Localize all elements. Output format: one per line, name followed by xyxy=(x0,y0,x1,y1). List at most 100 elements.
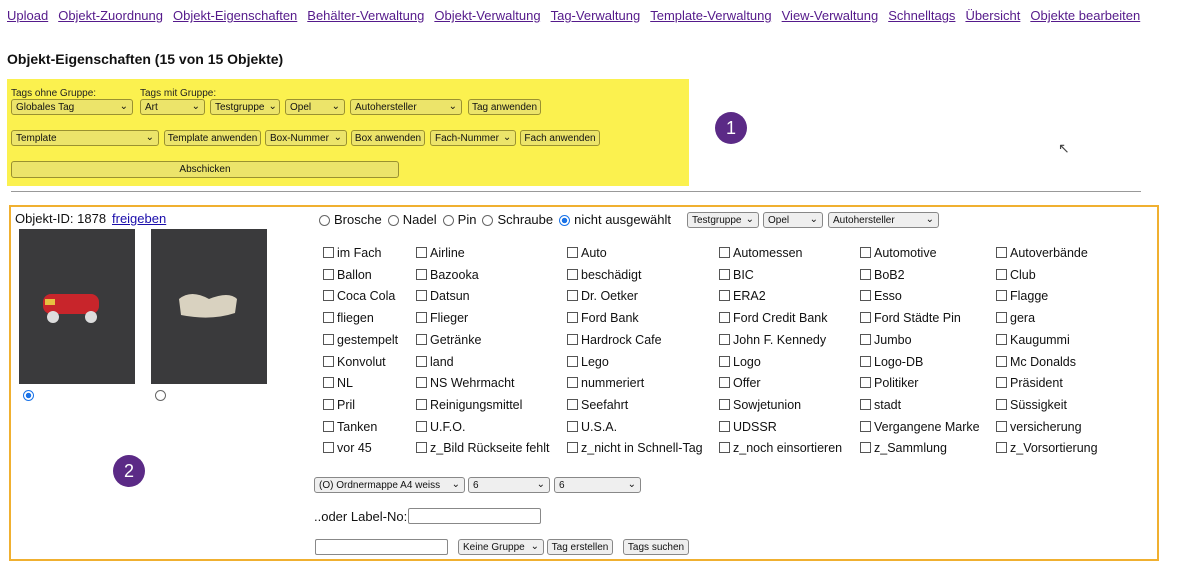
type-radio[interactable]: Schraube xyxy=(482,212,553,227)
checkbox-icon[interactable] xyxy=(323,268,334,280)
nav-link[interactable]: Übersicht xyxy=(965,8,1020,23)
checkbox-icon[interactable] xyxy=(719,377,730,389)
checkbox-icon[interactable] xyxy=(996,333,1007,345)
checkbox-icon[interactable] xyxy=(996,268,1007,280)
tag-checkbox[interactable]: Dr. Oetker xyxy=(567,289,638,303)
box-number-select[interactable]: 6 xyxy=(468,477,550,493)
tag-checkbox[interactable]: Flieger xyxy=(416,311,468,325)
tag-apply-button[interactable]: Tag anwenden xyxy=(468,99,541,115)
template-select[interactable]: Template xyxy=(11,130,159,146)
tag-checkbox[interactable]: fliegen xyxy=(323,311,374,325)
checkbox-icon[interactable] xyxy=(567,377,578,389)
nav-link[interactable]: View-Verwaltung xyxy=(782,8,879,23)
checkbox-icon[interactable] xyxy=(996,312,1007,324)
checkbox-icon[interactable] xyxy=(567,442,578,454)
checkbox-icon[interactable] xyxy=(719,247,730,258)
nav-link[interactable]: Objekt-Zuordnung xyxy=(58,8,163,23)
create-tag-button[interactable]: Tag erstellen xyxy=(547,539,613,555)
checkbox-icon[interactable] xyxy=(719,398,730,410)
tag-checkbox[interactable]: Datsun xyxy=(416,289,470,303)
checkbox-icon[interactable] xyxy=(860,290,871,302)
tag-select[interactable]: Opel xyxy=(285,99,345,115)
tag-checkbox[interactable]: John F. Kennedy xyxy=(719,333,826,347)
checkbox-icon[interactable] xyxy=(860,312,871,324)
checkbox-icon[interactable] xyxy=(323,420,334,432)
checkbox-icon[interactable] xyxy=(323,442,334,454)
container-select[interactable]: (O) Ordnermappe A4 weiss xyxy=(314,477,465,493)
tag-checkbox[interactable]: NL xyxy=(323,376,353,390)
checkbox-icon[interactable] xyxy=(860,247,871,258)
tag-checkbox[interactable]: Hardrock Cafe xyxy=(567,333,662,347)
tag-checkbox[interactable]: z_nicht in Schnell-Tag xyxy=(567,441,703,455)
tag-checkbox[interactable]: Sowjetunion xyxy=(719,398,801,412)
tag-checkbox[interactable]: Mc Donalds xyxy=(996,355,1076,369)
checkbox-icon[interactable] xyxy=(860,420,871,432)
tag-checkbox[interactable]: Jumbo xyxy=(860,333,912,347)
tag-checkbox[interactable]: Offer xyxy=(719,376,761,390)
tag-checkbox[interactable]: gera xyxy=(996,311,1035,325)
tag-checkbox[interactable]: Ford Städte Pin xyxy=(860,311,961,325)
tag-checkbox[interactable]: Lego xyxy=(567,355,609,369)
checkbox-icon[interactable] xyxy=(416,247,427,258)
type-radio[interactable]: Nadel xyxy=(387,212,437,227)
checkbox-icon[interactable] xyxy=(416,333,427,345)
checkbox-icon[interactable] xyxy=(860,377,871,389)
object-image-back[interactable] xyxy=(151,229,267,384)
tag-checkbox[interactable]: Automotive xyxy=(860,246,937,260)
tag-checkbox[interactable]: z_Sammlung xyxy=(860,441,947,455)
card-tag-select[interactable]: Opel xyxy=(763,212,823,228)
tag-checkbox[interactable]: Getränke xyxy=(416,333,481,347)
checkbox-icon[interactable] xyxy=(416,268,427,280)
radio-icon[interactable] xyxy=(387,215,399,227)
nav-link[interactable]: Schnelltags xyxy=(888,8,955,23)
tag-checkbox[interactable]: versicherung xyxy=(996,420,1082,434)
card-group-select[interactable]: Testgruppe xyxy=(687,212,759,228)
checkbox-icon[interactable] xyxy=(860,333,871,345)
checkbox-icon[interactable] xyxy=(860,355,871,367)
tag-checkbox[interactable]: Bazooka xyxy=(416,268,479,282)
tag-checkbox[interactable]: BoB2 xyxy=(860,268,905,282)
submit-button[interactable]: Abschicken xyxy=(11,161,399,178)
type-radio[interactable]: nicht ausgewählt xyxy=(559,212,671,227)
global-tag-select[interactable]: Globales Tag xyxy=(11,99,133,115)
tag-checkbox[interactable]: Logo-DB xyxy=(860,355,923,369)
card-tag2-select[interactable]: Autohersteller xyxy=(828,212,939,228)
tag-checkbox[interactable]: Süssigkeit xyxy=(996,398,1067,412)
checkbox-icon[interactable] xyxy=(719,442,730,454)
tag-checkbox[interactable]: Flagge xyxy=(996,289,1048,303)
search-tags-button[interactable]: Tags suchen xyxy=(623,539,689,555)
tag-checkbox[interactable]: Logo xyxy=(719,355,761,369)
tag-checkbox[interactable]: UDSSR xyxy=(719,420,777,434)
checkbox-icon[interactable] xyxy=(719,333,730,345)
box-select[interactable]: Box-Nummer xyxy=(265,130,347,146)
tag-checkbox[interactable]: Konvolut xyxy=(323,355,386,369)
checkbox-icon[interactable] xyxy=(719,355,730,367)
checkbox-icon[interactable] xyxy=(416,398,427,410)
nav-link[interactable]: Objekt-Verwaltung xyxy=(434,8,540,23)
checkbox-icon[interactable] xyxy=(719,312,730,324)
checkbox-icon[interactable] xyxy=(860,398,871,410)
nav-link[interactable]: Tag-Verwaltung xyxy=(551,8,641,23)
tag2-select[interactable]: Autohersteller xyxy=(350,99,462,115)
tag-checkbox[interactable]: Esso xyxy=(860,289,902,303)
checkbox-icon[interactable] xyxy=(416,290,427,302)
nav-link[interactable]: Objekte bearbeiten xyxy=(1030,8,1140,23)
checkbox-icon[interactable] xyxy=(567,312,578,324)
tag-checkbox[interactable]: z_Bild Rückseite fehlt xyxy=(416,441,550,455)
tag-checkbox[interactable]: U.S.A. xyxy=(567,420,617,434)
checkbox-icon[interactable] xyxy=(996,377,1007,389)
tag-checkbox[interactable]: Seefahrt xyxy=(567,398,628,412)
tag-checkbox[interactable]: Politiker xyxy=(860,376,918,390)
tag-checkbox[interactable]: gestempelt xyxy=(323,333,398,347)
tag-checkbox[interactable]: Club xyxy=(996,268,1036,282)
tag-checkbox[interactable]: Ballon xyxy=(323,268,372,282)
tag-checkbox[interactable]: land xyxy=(416,355,454,369)
checkbox-icon[interactable] xyxy=(416,312,427,324)
image-radio-back[interactable] xyxy=(155,390,166,401)
tag-checkbox[interactable]: z_noch einsortieren xyxy=(719,441,842,455)
checkbox-icon[interactable] xyxy=(719,290,730,302)
type-radio[interactable]: Brosche xyxy=(319,212,382,227)
tag-checkbox[interactable]: z_Vorsortierung xyxy=(996,441,1098,455)
tag-checkbox[interactable]: Ford Bank xyxy=(567,311,639,325)
checkbox-icon[interactable] xyxy=(567,290,578,302)
